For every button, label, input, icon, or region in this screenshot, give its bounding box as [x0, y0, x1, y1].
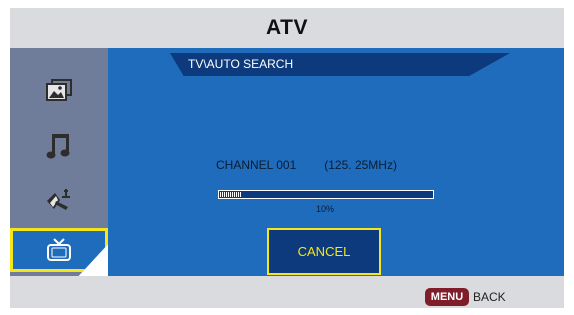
progress-fill	[220, 192, 242, 197]
music-icon	[46, 134, 70, 159]
cancel-button[interactable]: CANCEL	[267, 228, 381, 275]
sidebar-item-settings[interactable]	[10, 178, 108, 222]
picture-icon	[46, 79, 72, 101]
sidebar-item-photo[interactable]	[10, 68, 108, 112]
back-label: BACK	[473, 290, 506, 304]
sidebar	[10, 48, 108, 276]
header-path: TV\AUTO SEARCH	[188, 57, 294, 71]
sidebar-item-tv[interactable]	[10, 228, 108, 272]
menu-key-badge[interactable]: MENU	[425, 288, 469, 306]
tv-icon	[47, 238, 71, 261]
section-header: TV\AUTO SEARCH	[170, 53, 510, 76]
sidebar-item-music[interactable]	[10, 124, 108, 168]
progress-percent: 10%	[316, 204, 335, 214]
channel-frequency: (125. 25MHz)	[324, 158, 397, 172]
screen: ATV TV\AUTO SEARCH CHANNEL 001 (125. 25M…	[0, 0, 574, 315]
channel-info: CHANNEL 001 (125. 25MHz)	[216, 158, 397, 172]
channel-label: CHANNEL 001	[216, 158, 297, 172]
page-title: ATV	[266, 16, 308, 39]
progress-bar	[218, 190, 434, 199]
title-bar: ATV	[10, 8, 564, 48]
settings-icon	[47, 189, 70, 210]
main-panel: TV\AUTO SEARCH CHANNEL 001 (125. 25MHz) 1…	[108, 48, 564, 276]
